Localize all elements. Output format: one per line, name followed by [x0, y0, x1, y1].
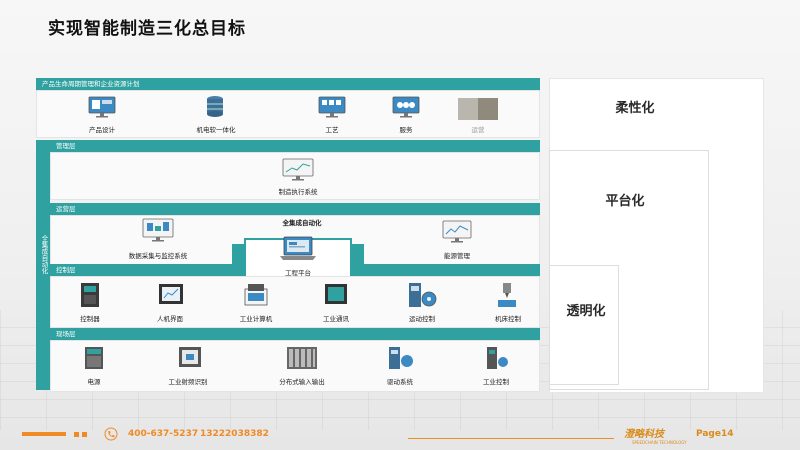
plm-item-design: 产品设计 — [89, 126, 115, 134]
control-item-motion: 运动控制 — [409, 315, 435, 323]
goal-platform: 平台化 — [605, 194, 645, 209]
goal-flexible: 柔性化 — [615, 101, 655, 116]
layer-field-band: 现场层 — [50, 328, 540, 340]
database-icon — [207, 96, 223, 117]
company-logo-sub: SPEEDCHAIN TECHNOLOGY — [632, 440, 687, 445]
side-tia-label: 全集成自动化 — [38, 235, 48, 274]
hmi-icon — [159, 284, 183, 304]
control-item-controller: 控制器 — [80, 315, 100, 323]
goal-box-transparent — [549, 265, 619, 385]
footer-divider — [408, 438, 614, 439]
field-item-rfid: 工业射频识别 — [168, 378, 208, 386]
operations-item-scada: 数据采集与监控系统 — [128, 252, 188, 260]
layer-control-band: 控制层 — [50, 264, 234, 276]
footer-accent-bar — [22, 432, 66, 436]
industrial-control-icon — [487, 347, 508, 369]
controller-icon — [81, 283, 99, 307]
scada-monitor-icon — [142, 218, 174, 242]
field-item-control: 工业控制 — [483, 378, 509, 386]
company-logo: 澄略科技 — [624, 429, 664, 440]
layer-control-label: 控制层 — [56, 266, 76, 274]
page-title: 实现智能制造三化总目标 — [48, 19, 246, 39]
integration-connector-right — [352, 244, 364, 276]
motion-control-icon — [409, 283, 437, 307]
side-tia-text: 全集成自动化 — [40, 235, 48, 274]
mes-monitor-icon — [282, 158, 314, 181]
cnc-icon — [498, 283, 516, 307]
management-item-mes: 制造执行系统 — [278, 188, 318, 196]
plm-item-service: 服务 — [399, 126, 413, 134]
power-supply-icon — [85, 347, 103, 369]
layer-plm-band: 产品生命周期管理和企业资源计划 — [36, 78, 540, 90]
integration-label: 全集成自动化 — [282, 219, 322, 227]
layer-operations-band: 运营层 — [50, 203, 540, 215]
plm-item-process: 工艺 — [325, 126, 339, 134]
footer-mobile: 13222038382 — [200, 429, 269, 439]
plm-item-operations: 运营 — [471, 126, 485, 134]
layer-management-label: 管理层 — [56, 142, 76, 150]
layer-operations-label: 运营层 — [56, 205, 76, 213]
control-item-ipc: 工业计算机 — [239, 315, 273, 323]
footer-square-2 — [82, 432, 87, 437]
footer-page-number: Page14 — [696, 429, 734, 439]
field-item-drive: 驱动系统 — [387, 378, 413, 386]
control-item-hmi: 人机界面 — [157, 315, 183, 323]
layer-management-band: 管理层 — [50, 140, 540, 152]
footer-square-1 — [74, 432, 79, 437]
rfid-icon — [179, 347, 201, 367]
control-item-cnc: 机床控制 — [495, 315, 521, 323]
energy-monitor-icon — [442, 220, 472, 243]
monitor-icon — [318, 96, 346, 118]
field-item-power: 电源 — [87, 378, 101, 386]
control-item-comm: 工业通讯 — [323, 315, 349, 323]
layer-field-label: 现场层 — [56, 330, 76, 338]
monitor-icon — [392, 96, 420, 118]
industrial-comm-icon — [325, 284, 347, 304]
operations-image-icon — [458, 98, 498, 120]
layer-control-band-right — [364, 264, 540, 276]
distributed-io-icon — [287, 347, 317, 369]
drive-system-icon — [389, 347, 413, 369]
phone-icon — [104, 427, 118, 441]
goal-transparent: 透明化 — [566, 304, 606, 319]
footer-phone: 400-637-5237 — [128, 429, 199, 439]
industrial-pc-icon — [244, 284, 268, 306]
layer-plm-label: 产品生命周期管理和企业资源计划 — [42, 80, 140, 88]
field-item-dio: 分布式输入输出 — [279, 378, 325, 386]
laptop-icon — [280, 236, 316, 260]
plm-item-mechatronics: 机电软一体化 — [196, 126, 236, 134]
operations-item-energy: 能源管理 — [444, 252, 470, 260]
monitor-icon — [88, 96, 116, 118]
